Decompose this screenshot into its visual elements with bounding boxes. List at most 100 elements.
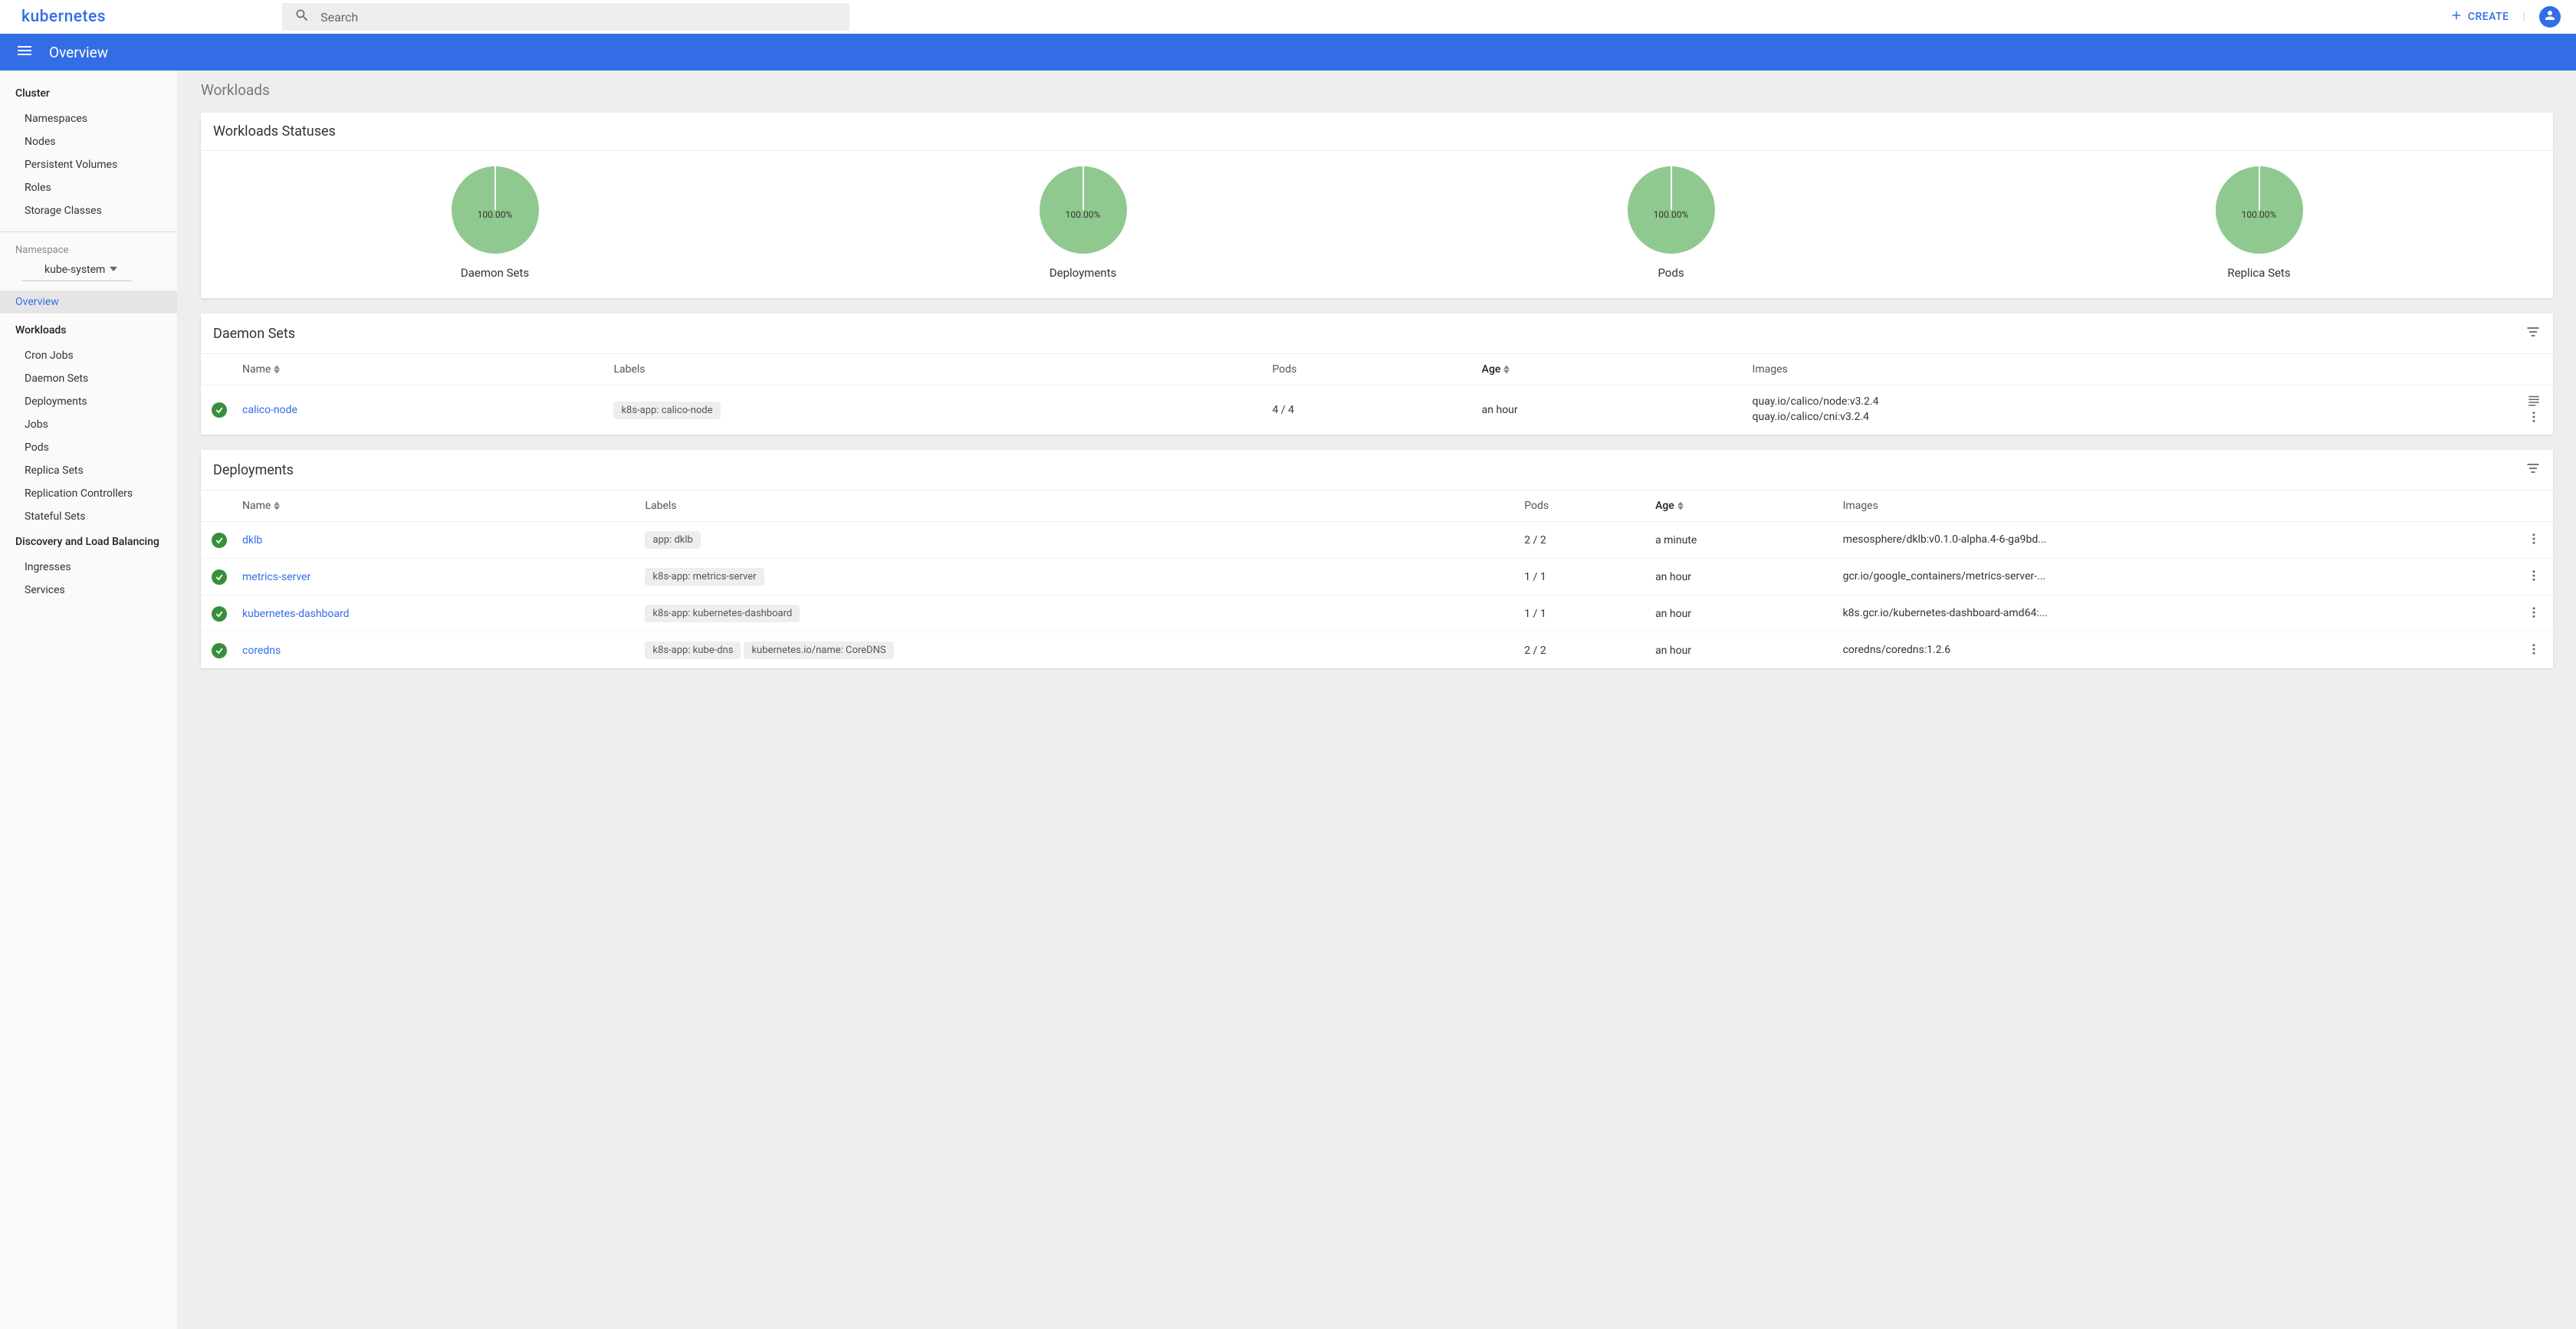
sidebar-item-persistent-volumes[interactable]: Persistent Volumes — [0, 153, 177, 176]
status-donut-daemon-sets: 100.00%Daemon Sets — [452, 166, 539, 280]
statuses-title: Workloads Statuses — [213, 123, 336, 139]
kebab-menu-icon[interactable] — [2527, 410, 2541, 427]
sidebar-item-ingresses[interactable]: Ingresses — [0, 556, 177, 579]
search-box[interactable] — [282, 3, 849, 31]
sidebar-item-storage-classes[interactable]: Storage Classes — [0, 199, 177, 222]
col-pods[interactable]: Pods — [1516, 491, 1648, 522]
sidebar-item-roles[interactable]: Roles — [0, 176, 177, 199]
kebab-menu-icon[interactable] — [2527, 605, 2541, 622]
sidebar-item-stateful-sets[interactable]: Stateful Sets — [0, 505, 177, 528]
pods-count: 2 / 2 — [1516, 632, 1648, 669]
col-age[interactable]: Age — [1474, 354, 1745, 386]
age-text: an hour — [1474, 386, 1745, 435]
sidebar-section-cluster: Cluster — [0, 83, 177, 107]
donut-percent: 100.00% — [1066, 209, 1101, 220]
logs-icon[interactable] — [2527, 393, 2541, 410]
resource-link[interactable]: kubernetes-dashboard — [242, 608, 350, 620]
daemonsets-title: Daemon Sets — [213, 326, 295, 342]
resource-link[interactable]: dklb — [242, 534, 262, 546]
table-row: metrics-server k8s-app: metrics-server 1 /… — [201, 559, 2553, 596]
images-text: mesosphere/dklb:v0.1.0-alpha.4-6-ga9bd..… — [1835, 522, 2492, 559]
sidebar-item-overview[interactable]: Overview — [0, 290, 177, 313]
sort-icon — [1677, 501, 1684, 510]
donut-label: Replica Sets — [2227, 266, 2290, 280]
donut-percent: 100.00% — [1654, 209, 1689, 220]
daemonsets-table: Name Labels Pods Age Images calico-node k… — [201, 354, 2553, 435]
col-labels[interactable]: Labels — [606, 354, 1264, 386]
sort-icon — [1503, 365, 1510, 374]
sidebar-item-namespaces[interactable]: Namespaces — [0, 107, 177, 130]
deployments-card: Deployments Name Labels Pods Age Images … — [201, 450, 2553, 668]
age-text: a minute — [1648, 522, 1835, 559]
pie-chart-icon: 100.00% — [2216, 166, 2303, 254]
pods-count: 4 / 4 — [1265, 386, 1474, 435]
pie-chart-icon: 100.00% — [1040, 166, 1127, 254]
brand-text: kubernetes — [21, 8, 106, 26]
sidebar-item-daemon-sets[interactable]: Daemon Sets — [0, 367, 177, 390]
donut-label: Deployments — [1050, 266, 1116, 280]
filter-icon[interactable] — [2525, 324, 2541, 343]
hamburger-menu[interactable] — [15, 41, 34, 63]
workloads-statuses-card: Workloads Statuses 100.00%Daemon Sets100… — [201, 113, 2553, 298]
page-title: Workloads — [201, 81, 2553, 99]
resource-link[interactable]: calico-node — [242, 404, 297, 416]
user-menu[interactable] — [2539, 6, 2561, 28]
donut-label: Pods — [1658, 266, 1684, 280]
pie-chart-icon: 100.00% — [452, 166, 539, 254]
chevron-down-icon — [110, 264, 117, 276]
kebab-menu-icon[interactable] — [2527, 642, 2541, 659]
status-ok-icon — [212, 606, 227, 622]
resource-link[interactable]: metrics-server — [242, 571, 310, 583]
resource-link[interactable]: coredns — [242, 645, 281, 657]
search-input[interactable] — [320, 10, 837, 25]
col-labels[interactable]: Labels — [637, 491, 1516, 522]
images-text: k8s.gcr.io/kubernetes-dashboard-amd64:..… — [1835, 596, 2492, 632]
pods-count: 1 / 1 — [1516, 596, 1648, 632]
kebab-menu-icon[interactable] — [2527, 532, 2541, 549]
sidebar-item-jobs[interactable]: Jobs — [0, 413, 177, 436]
col-images[interactable]: Images — [1745, 354, 2492, 386]
label-chip: k8s-app: metrics-server — [645, 568, 764, 586]
namespace-select[interactable]: kube-system — [21, 259, 133, 281]
pie-chart-icon: 100.00% — [1628, 166, 1715, 254]
col-age[interactable]: Age — [1648, 491, 1835, 522]
kebab-menu-icon[interactable] — [2527, 569, 2541, 586]
sort-icon — [274, 365, 280, 374]
sidebar-item-deployments[interactable]: Deployments — [0, 390, 177, 413]
table-row: dklbapp: dklb2 / 2a minutemesosphere/dkl… — [201, 522, 2553, 559]
sidebar-item-pods[interactable]: Pods — [0, 436, 177, 459]
col-pods[interactable]: Pods — [1265, 354, 1474, 386]
brand-logo[interactable]: kubernetes — [15, 8, 106, 26]
sidebar-item-replication-controllers[interactable]: Replication Controllers — [0, 482, 177, 505]
sidebar-item-cron-jobs[interactable]: Cron Jobs — [0, 344, 177, 367]
sidebar-section-workloads: Workloads — [0, 313, 177, 344]
sidebar-item-services[interactable]: Services — [0, 579, 177, 602]
blue-bar: Overview — [0, 34, 2576, 71]
age-text: an hour — [1648, 632, 1835, 669]
sidebar-item-nodes[interactable]: Nodes — [0, 130, 177, 153]
plus-icon — [2450, 8, 2463, 25]
status-ok-icon — [212, 533, 227, 548]
label-chip: k8s-app: kubernetes-dashboard — [645, 605, 800, 622]
status-ok-icon — [212, 402, 227, 418]
search-icon — [294, 8, 310, 26]
table-row: calico-node k8s-app: calico-node 4 / 4an h… — [201, 386, 2553, 435]
status-ok-icon — [212, 643, 227, 658]
namespace-value: kube-system — [44, 264, 105, 276]
create-button[interactable]: CREATE — [2450, 8, 2509, 25]
col-images[interactable]: Images — [1835, 491, 2492, 522]
sidebar-item-replica-sets[interactable]: Replica Sets — [0, 459, 177, 482]
create-label: CREATE — [2468, 11, 2509, 23]
namespace-label: Namespace — [0, 232, 177, 259]
filter-icon[interactable] — [2525, 461, 2541, 479]
label-chip: k8s-app: kube-dns — [645, 642, 741, 659]
pods-count: 1 / 1 — [1516, 559, 1648, 596]
col-name[interactable]: Name — [235, 354, 606, 386]
col-name[interactable]: Name — [235, 491, 637, 522]
status-donut-replica-sets: 100.00% Replica Sets — [2216, 166, 2303, 280]
main-content: Workloads Workloads Statuses 100.00%Daem… — [178, 71, 2576, 1329]
donut-percent: 100.00% — [2242, 209, 2277, 220]
label-chip: k8s-app: calico-node — [613, 402, 720, 419]
table-row: kubernetes-dashboard k8s-app: kubernetes-… — [201, 596, 2553, 632]
images-text: gcr.io/google_containers/metrics-server-… — [1835, 559, 2492, 596]
